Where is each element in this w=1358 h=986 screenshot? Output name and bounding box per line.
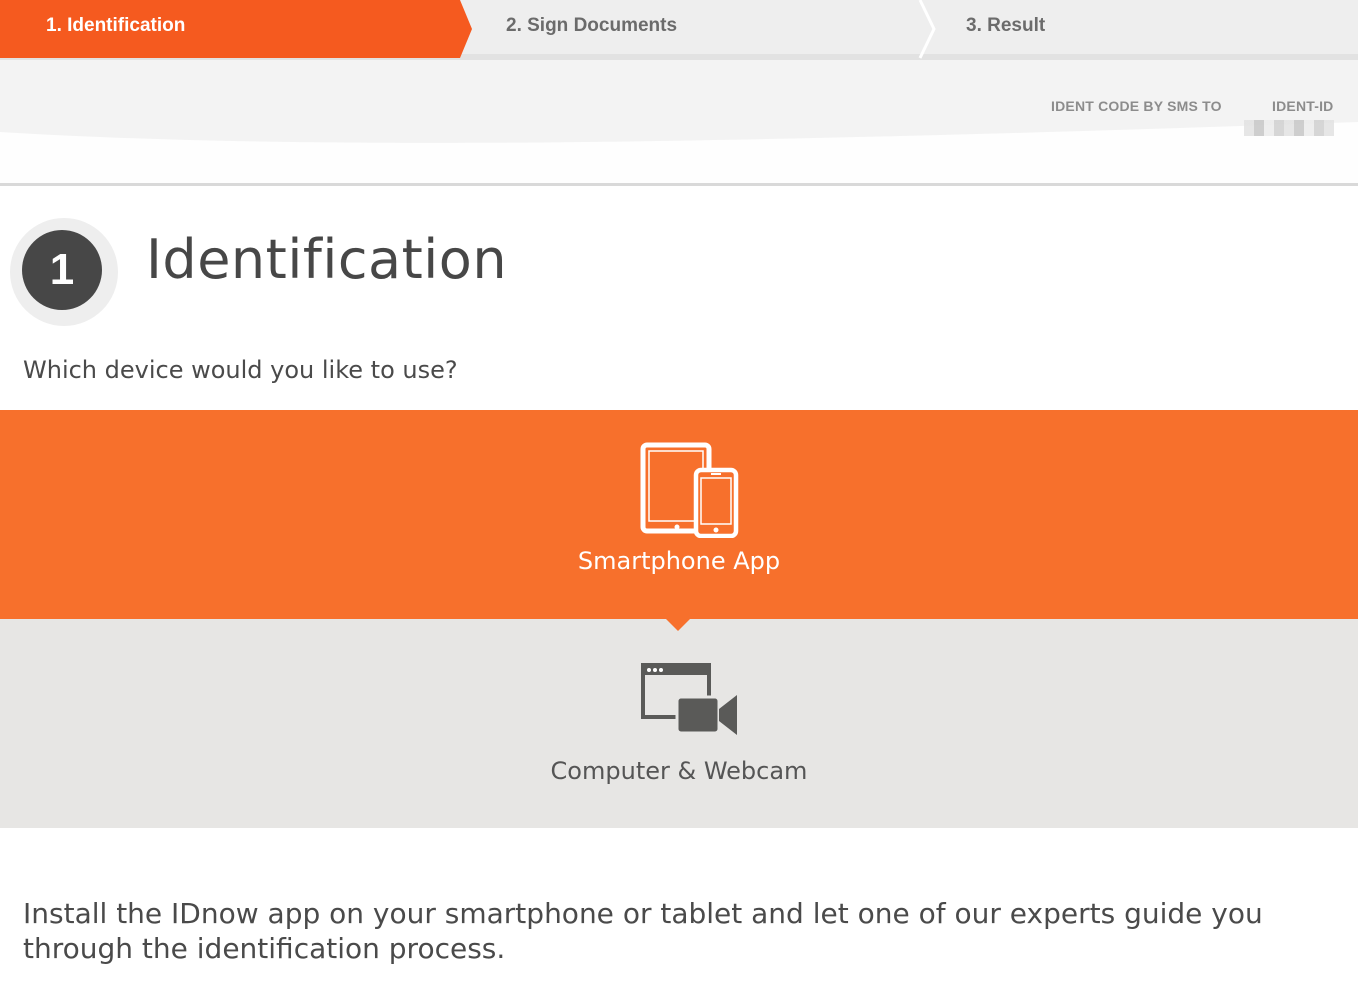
selected-option-pointer — [665, 618, 691, 631]
device-question: Which device would you like to use? — [23, 356, 458, 384]
ident-info-band — [0, 60, 1358, 186]
computer-webcam-icon — [641, 663, 741, 741]
progress-stepper: 1. Identification 2. Sign Documents 3. R… — [0, 0, 1358, 60]
page-title: Identification — [146, 228, 508, 291]
step-number-badge: 1 — [22, 230, 102, 310]
step-sign-documents[interactable]: 2. Sign Documents — [506, 0, 677, 54]
option-description: Install the IDnow app on your smartphone… — [23, 897, 1263, 965]
step-identification[interactable]: 1. Identification — [46, 0, 185, 54]
computer-webcam-label: Computer & Webcam — [550, 757, 808, 785]
stepper-background — [0, 0, 1358, 60]
ident-code-label: IDENT CODE BY SMS TO — [1051, 98, 1222, 114]
smartphone-app-label: Smartphone App — [577, 547, 781, 575]
option-computer-webcam[interactable]: Computer & Webcam — [0, 619, 1358, 828]
ident-id-label: IDENT-ID — [1272, 98, 1334, 114]
step-result[interactable]: 3. Result — [966, 0, 1045, 54]
band-stroke-decoration — [0, 122, 1358, 186]
option-smartphone-app[interactable]: Smartphone App — [0, 410, 1358, 619]
header-divider — [0, 183, 1358, 186]
ident-id-value-redacted — [1244, 120, 1334, 136]
tablet-smartphone-icon — [640, 442, 740, 542]
